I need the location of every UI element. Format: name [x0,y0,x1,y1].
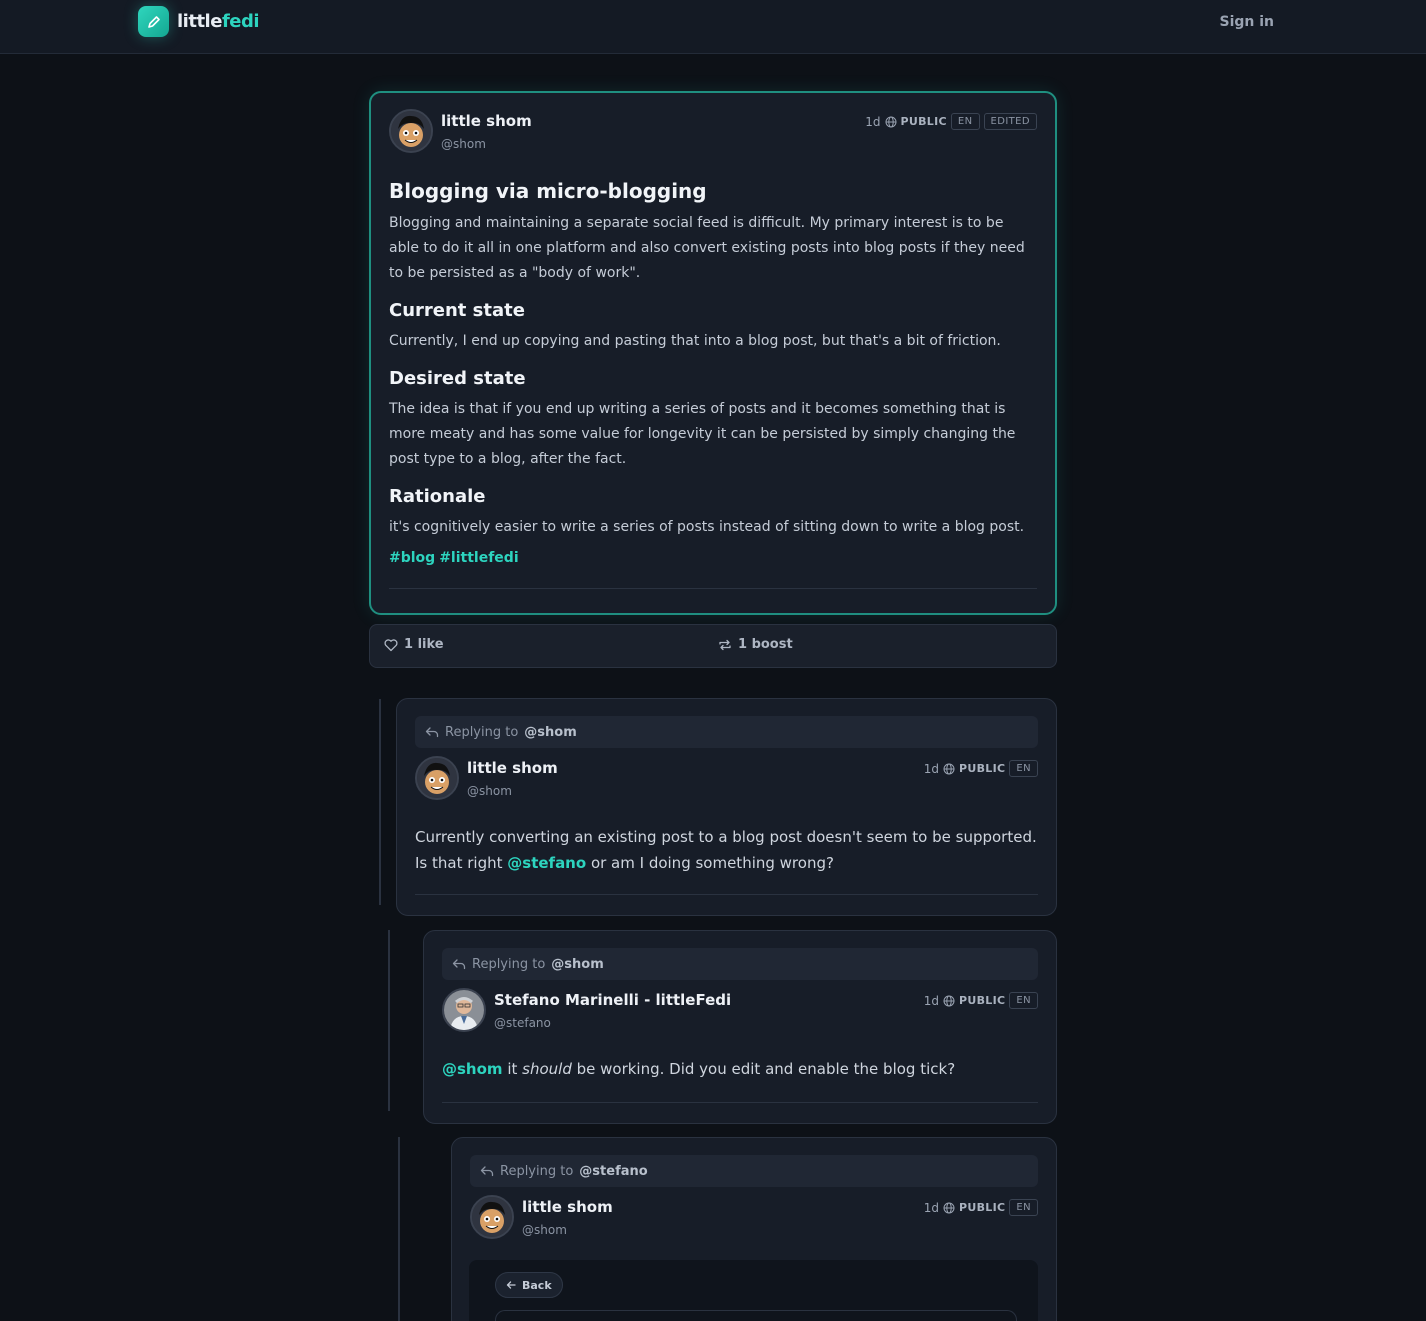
visibility-label: PUBLIC [900,115,947,128]
globe-icon [943,763,955,774]
divider [442,1102,1038,1103]
replying-to-label: Replying to [445,724,519,740]
post-time[interactable]: 1d [924,994,939,1008]
replying-to-bar: Replying to @shom [415,716,1038,748]
thread-line [388,930,390,1111]
heading-rationale: Rationale [389,486,486,507]
globe-icon [885,116,897,127]
visibility-label: PUBLIC [959,994,1006,1007]
heart-icon [384,638,398,651]
post-body: Blogging via micro-blogging Blogging and… [389,179,1037,566]
post-time[interactable]: 1d [924,1201,939,1215]
author-name[interactable]: little shom [441,112,532,130]
author-handle[interactable]: @shom [522,1223,567,1237]
like-count: 1 like [404,637,444,652]
post-header: little shom @shom 1d PUBLIC EN EDITED [389,109,1037,173]
visibility-label: PUBLIC [959,762,1006,775]
globe-icon [943,1202,955,1213]
top-bar: littlefedi Sign in [0,0,1426,54]
reply-text: @shom it should be working. Did you edit… [442,1060,956,1078]
reply-header: little shom @shom 1d PUBLIC EN [415,756,1038,824]
replying-to-label: Replying to [472,956,546,972]
thread-line [379,699,381,905]
author-name[interactable]: Stefano Marinelli - littleFedi [494,991,731,1009]
paragraph-current-state: Currently, I end up copying and pasting … [389,333,1001,349]
mention-link[interactable]: @shom [442,1060,503,1078]
reply-card: Replying to @shom Stefano Marinelli - li… [423,930,1057,1124]
person-photo-icon [444,990,484,1030]
hashtag-littlefedi[interactable]: #littlefedi [439,550,518,566]
reply-icon [452,959,466,970]
app-logo[interactable]: littlefedi [138,6,260,37]
avatar[interactable] [470,1195,514,1239]
language-badge: EN [1009,1199,1038,1216]
repeat-icon [719,639,731,650]
language-badge: EN [1009,760,1038,777]
divider [415,894,1038,895]
like-button[interactable]: 1 like [384,637,444,652]
language-badge: EN [1009,992,1038,1009]
thread-line [398,1137,400,1321]
hashtag-blog[interactable]: #blog [389,550,435,566]
reply-icon [480,1166,494,1177]
reply-icon [425,727,439,738]
app-name: littlefedi [177,11,260,32]
replying-to-bar: Replying to @stefano [470,1155,1038,1187]
replying-to-handle[interactable]: @shom [524,725,576,740]
main-post: little shom @shom 1d PUBLIC EN EDITED Bl… [369,91,1057,615]
replying-to-bar: Replying to @shom [442,948,1038,980]
author-handle[interactable]: @shom [441,137,486,151]
cartoon-face-icon [417,758,457,798]
author-handle[interactable]: @stefano [494,1016,551,1030]
author-handle[interactable]: @shom [467,784,512,798]
language-badge: EN [950,113,980,130]
embedded-panel-edge [495,1310,1017,1321]
visibility-label: PUBLIC [959,1201,1006,1214]
post-time[interactable]: 1d [865,115,880,129]
author-name[interactable]: little shom [522,1198,613,1216]
post-meta: 1d PUBLIC EN [924,1199,1038,1216]
post-meta: 1d PUBLIC EN [924,760,1038,777]
avatar[interactable] [415,756,459,800]
reply-text: Currently converting an existing post to… [415,828,1037,872]
post-meta: 1d PUBLIC EN EDITED [865,113,1037,130]
post-meta: 1d PUBLIC EN [924,992,1038,1009]
paragraph-rationale: it's cognitively easier to write a serie… [389,519,1025,535]
back-button[interactable]: Back [495,1272,563,1298]
paragraph-desired-state: The idea is that if you end up writing a… [389,401,1016,467]
sign-in-link[interactable]: Sign in [1219,14,1274,30]
boost-count: 1 boost [738,637,793,652]
edited-badge[interactable]: EDITED [983,113,1037,130]
reply-card: Replying to @shom little shom @shom 1d P… [396,698,1057,916]
post-actions: 1 like 1 boost [369,624,1057,668]
replying-to-label: Replying to [500,1163,574,1179]
post-intro: Blogging and maintaining a separate soci… [389,215,1025,281]
cartoon-face-icon [472,1197,512,1237]
author-name[interactable]: little shom [467,759,558,777]
globe-icon [943,995,955,1006]
post-time[interactable]: 1d [924,762,939,776]
reply-header: little shom @shom 1d PUBLIC EN [470,1195,1038,1263]
embedded-preview: Back [469,1260,1038,1321]
pencil-icon [138,6,169,37]
divider [389,588,1037,589]
mention-link[interactable]: @stefano [507,854,586,872]
back-label: Back [522,1278,552,1292]
post-title: Blogging via micro-blogging [389,179,707,203]
reply-header: Stefano Marinelli - littleFedi @stefano … [442,988,1038,1056]
avatar[interactable] [389,109,433,153]
hashtags: #blog #littlefedi [389,550,1037,566]
arrow-left-icon [506,1281,516,1289]
heading-current-state: Current state [389,300,525,321]
replying-to-handle[interactable]: @stefano [579,1164,647,1179]
avatar[interactable] [442,988,486,1032]
replying-to-handle[interactable]: @shom [551,957,603,972]
boost-button[interactable]: 1 boost [718,637,793,652]
heading-desired-state: Desired state [389,368,526,389]
cartoon-face-icon [391,111,431,151]
